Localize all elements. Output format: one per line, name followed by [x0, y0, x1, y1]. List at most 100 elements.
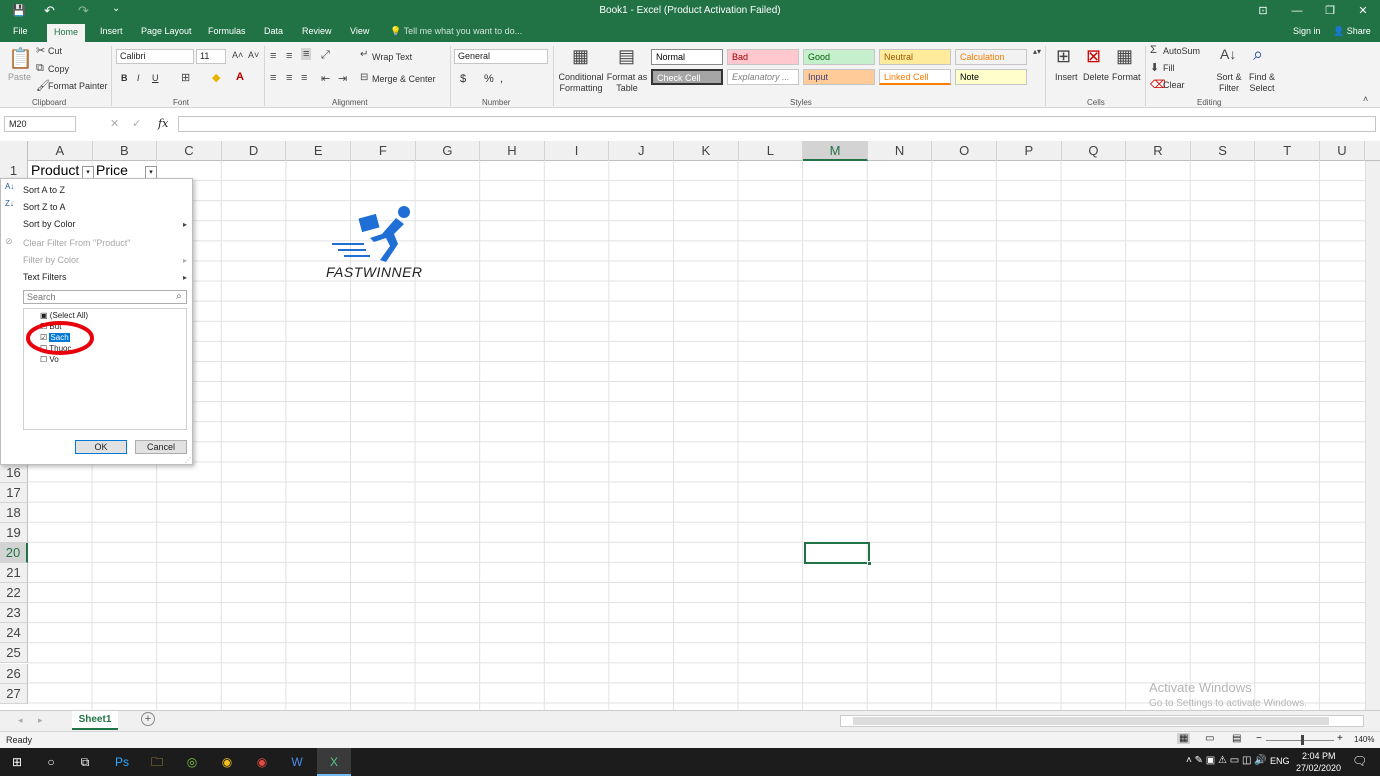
row-header-22[interactable]: 22	[0, 583, 28, 604]
increase-font-icon[interactable]: A˄	[232, 50, 243, 60]
font-color-icon[interactable]: A	[236, 71, 244, 83]
borders-icon[interactable]: ⊞	[181, 71, 190, 84]
app-icon[interactable]: ◎	[175, 748, 209, 776]
zoom-slider[interactable]	[1266, 740, 1334, 741]
cell-style-neutral[interactable]: Neutral	[879, 49, 951, 65]
autosum-button[interactable]: AutoSum	[1163, 46, 1200, 56]
tab-data[interactable]: Data	[264, 26, 283, 36]
select-all-corner[interactable]	[0, 141, 28, 161]
clock-time[interactable]: 2:04 PM	[1302, 751, 1336, 761]
align-bottom-icon[interactable]: ≡	[301, 48, 312, 60]
horizontal-scrollbar[interactable]	[840, 715, 1364, 727]
paste-icon[interactable]: 📋	[8, 46, 33, 71]
zoom-out-icon[interactable]: −	[1256, 733, 1262, 744]
column-header-t[interactable]: T	[1255, 141, 1320, 161]
insert-function-icon[interactable]: fx	[158, 117, 168, 130]
font-size-dropdown[interactable]: 11	[196, 49, 226, 64]
align-right-icon[interactable]: ≡	[301, 72, 307, 84]
file-explorer-icon[interactable]: 🗀	[140, 748, 174, 776]
column-header-n[interactable]: N	[868, 141, 933, 161]
font-name-dropdown[interactable]: Calibri	[116, 49, 194, 64]
column-header-p[interactable]: P	[997, 141, 1062, 161]
page-break-view-icon[interactable]: ▤	[1232, 733, 1241, 744]
underline-button[interactable]: U	[152, 73, 159, 83]
align-left-icon[interactable]: ≡	[270, 72, 276, 84]
sort-by-color[interactable]: Sort by Color	[23, 219, 76, 229]
sign-in-link[interactable]: Sign in	[1293, 26, 1321, 36]
column-header-m[interactable]: M	[803, 141, 868, 161]
comma-button[interactable]: ,	[500, 73, 503, 85]
align-top-icon[interactable]: ≡	[270, 50, 276, 62]
minimize-button[interactable]: —	[1280, 0, 1314, 22]
copy-button[interactable]: Copy	[48, 64, 69, 74]
cancel-button[interactable]: Cancel	[135, 440, 187, 454]
column-header-j[interactable]: J	[609, 141, 674, 161]
decrease-indent-icon[interactable]: ⇤	[321, 72, 330, 85]
page-layout-view-icon[interactable]: ▭	[1205, 733, 1214, 744]
share-button[interactable]: 👤 Share	[1333, 26, 1371, 37]
sort-z-to-a[interactable]: Sort Z to A	[23, 202, 66, 212]
cut-button[interactable]: Cut	[48, 46, 62, 56]
number-format-dropdown[interactable]: General	[454, 49, 548, 64]
row-header-16[interactable]: 16	[0, 462, 28, 483]
orientation-icon[interactable]: ⤢	[321, 49, 330, 62]
collapse-ribbon-icon[interactable]: ˄	[1363, 94, 1368, 104]
column-header-d[interactable]: D	[222, 141, 287, 161]
sort-a-to-z[interactable]: Sort A to Z	[23, 185, 65, 195]
format-button[interactable]: Format	[1112, 72, 1141, 82]
chrome-profile-icon[interactable]: ◉	[245, 748, 279, 776]
close-button[interactable]: ✕	[1346, 0, 1380, 22]
cell-style-explanatory[interactable]: Explanatory ...	[727, 69, 799, 85]
prev-sheet-icon[interactable]: ◂	[18, 715, 23, 726]
tab-home[interactable]: Home	[47, 24, 86, 42]
cell-style-normal[interactable]: Normal	[651, 49, 723, 65]
row-header-19[interactable]: 19	[0, 522, 28, 543]
column-header-r[interactable]: R	[1126, 141, 1191, 161]
bold-button[interactable]: B	[121, 73, 128, 83]
next-sheet-icon[interactable]: ▸	[38, 715, 43, 726]
text-filters[interactable]: Text Filters	[23, 272, 67, 282]
photoshop-icon[interactable]: Ps	[105, 748, 139, 776]
cell-style-note[interactable]: Note	[955, 69, 1027, 85]
wrap-text-button[interactable]: Wrap Text	[372, 52, 412, 62]
zoom-in-icon[interactable]: +	[1337, 733, 1343, 744]
task-view-icon[interactable]: ⧉	[68, 748, 102, 776]
zoom-slider-thumb[interactable]	[1301, 735, 1304, 745]
currency-button[interactable]: $	[460, 73, 466, 85]
decrease-font-icon[interactable]: A˅	[248, 50, 259, 60]
fill-button[interactable]: Fill	[1163, 63, 1175, 73]
row-header-20[interactable]: 20	[0, 542, 28, 563]
cortana-icon[interactable]: ○	[34, 748, 68, 776]
tell-me-search[interactable]: 💡 Tell me what you want to do...	[390, 26, 522, 37]
tab-formulas[interactable]: Formulas	[208, 26, 246, 36]
zoom-level[interactable]: 140%	[1354, 735, 1374, 744]
excel-icon[interactable]: X	[317, 748, 351, 776]
vertical-scrollbar[interactable]	[1365, 161, 1380, 710]
column-header-l[interactable]: L	[739, 141, 804, 161]
gallery-scroll-icon[interactable]: ▴▾	[1033, 47, 1041, 56]
column-header-u[interactable]: U	[1320, 141, 1365, 161]
cell-style-check-cell[interactable]: Check Cell	[651, 69, 723, 85]
column-header-b[interactable]: B	[93, 141, 158, 161]
resize-grip-icon[interactable]: ⋰	[185, 457, 191, 464]
name-box[interactable]: M20	[4, 116, 76, 132]
column-header-h[interactable]: H	[480, 141, 545, 161]
row-header-23[interactable]: 23	[0, 603, 28, 624]
notifications-icon[interactable]: 🗨	[1352, 754, 1367, 768]
ribbon-display-options-icon[interactable]: ⊡	[1246, 0, 1280, 22]
center-icon[interactable]: ≡	[286, 72, 292, 84]
row-header-17[interactable]: 17	[0, 482, 28, 503]
tab-review[interactable]: Review	[302, 26, 332, 36]
active-cell-m20[interactable]	[804, 542, 870, 564]
filter-search-input[interactable]	[23, 290, 187, 304]
ok-button[interactable]: OK	[75, 440, 127, 454]
formula-input[interactable]	[178, 116, 1376, 132]
row-header-27[interactable]: 27	[0, 683, 28, 704]
restore-button[interactable]: ❐	[1313, 0, 1347, 22]
conditional-formatting-button[interactable]: Conditional Formatting	[557, 72, 605, 94]
normal-view-icon[interactable]: ▦	[1177, 733, 1191, 744]
cell-style-good[interactable]: Good	[803, 49, 875, 65]
column-header-q[interactable]: Q	[1062, 141, 1127, 161]
merge-center-button[interactable]: Merge & Center	[372, 74, 436, 84]
tab-insert[interactable]: Insert	[100, 26, 123, 36]
